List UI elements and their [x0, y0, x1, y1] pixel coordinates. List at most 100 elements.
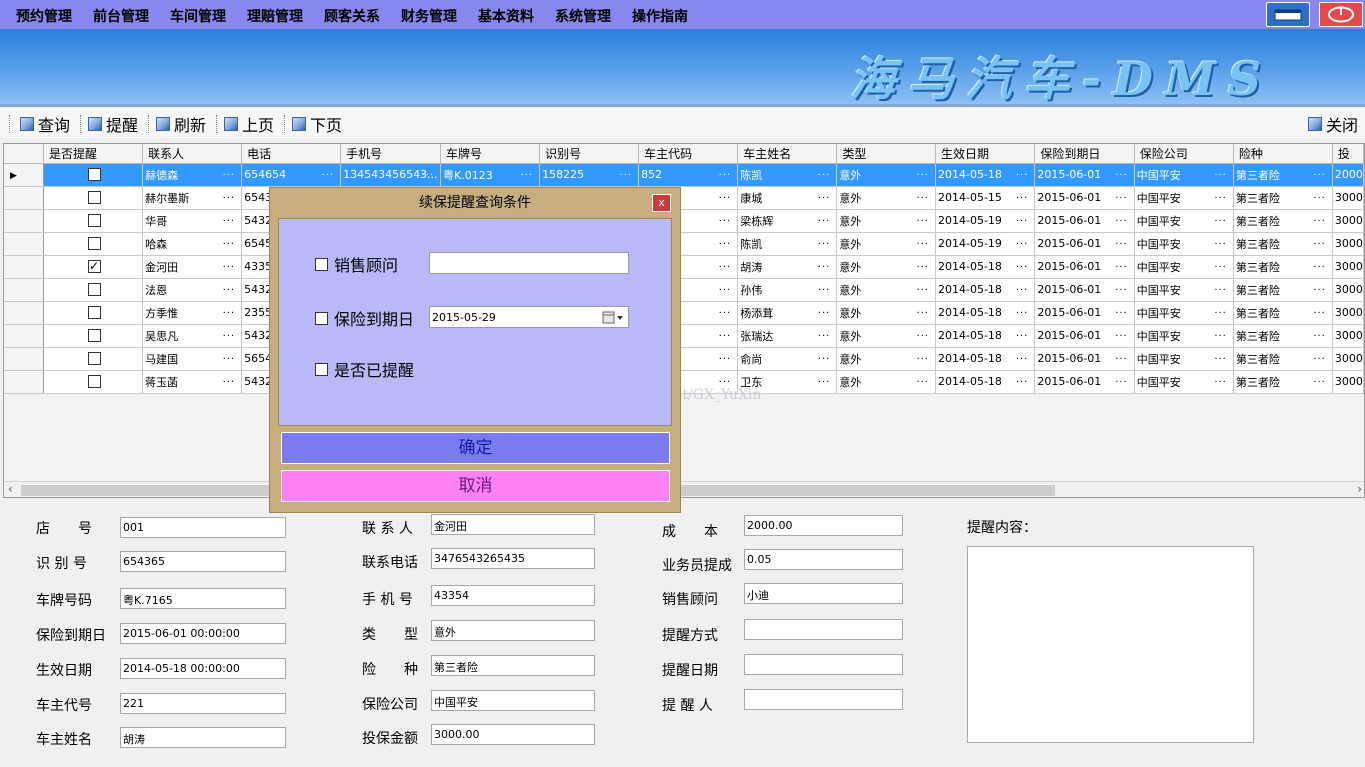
column-header[interactable]: 投 [1332, 144, 1364, 164]
cell-ellipsis-icon[interactable]: ... [223, 213, 236, 224]
grid-cell-amount[interactable]: 3000 [1332, 301, 1364, 325]
row-reminded-checkbox[interactable] [87, 329, 101, 343]
grid-cell-amount[interactable]: 3000 [1332, 278, 1364, 302]
cell-ellipsis-icon[interactable]: ... [1214, 351, 1227, 362]
grid-cell-contact[interactable]: 方季惟... [142, 301, 243, 325]
grid-cell-expire[interactable]: 2015-06-01... [1034, 347, 1135, 371]
grid-cell-amount[interactable]: 3000 [1332, 232, 1364, 256]
grid-cell-insurer[interactable]: 中国平安... [1134, 324, 1234, 348]
grid-cell-contact[interactable]: 赫尔墨斯... [142, 186, 243, 210]
grid-cell-start[interactable]: 2014-05-18... [935, 324, 1036, 348]
grid-cell-amount[interactable]: 2000 [1332, 163, 1364, 187]
grid-cell-start[interactable]: 2014-05-18... [935, 347, 1036, 371]
grid-cell-type[interactable]: 意外... [836, 186, 936, 210]
grid-cell-coverage[interactable]: 第三者险... [1233, 163, 1333, 187]
cell-ellipsis-icon[interactable]: ... [1016, 213, 1029, 224]
plate-field[interactable]: 粤K.7165 [120, 588, 286, 609]
cell-ellipsis-icon[interactable]: ... [916, 190, 929, 201]
cell-ellipsis-icon[interactable]: ... [818, 282, 831, 293]
row-reminded-checkbox[interactable] [87, 191, 101, 205]
cell-ellipsis-icon[interactable]: ... [1016, 236, 1029, 247]
grid-cell-expire[interactable]: 2015-06-01... [1034, 278, 1135, 302]
column-header[interactable]: 是否提醒 [43, 144, 144, 164]
cell-ellipsis-icon[interactable]: ... [916, 213, 929, 224]
grid-cell-owner[interactable]: 陈凯... [737, 163, 838, 187]
type-field[interactable]: 意外 [431, 620, 595, 641]
menu-item-front-desk[interactable]: 前台管理 [93, 6, 149, 26]
reminded-cell[interactable] [43, 324, 144, 348]
table-row[interactable]: 哈森...6545...............陈凯...意外...2014-0… [4, 232, 1364, 256]
reminded-cell[interactable] [43, 163, 144, 187]
reminded-cell[interactable] [43, 301, 144, 325]
cell-ellipsis-icon[interactable]: ... [818, 351, 831, 362]
cell-ellipsis-icon[interactable]: ... [916, 305, 929, 316]
cell-ellipsis-icon[interactable]: ... [223, 259, 236, 270]
column-header[interactable]: 生效日期 [935, 144, 1036, 164]
cell-ellipsis-icon[interactable]: ... [1214, 374, 1227, 385]
grid-cell-coverage[interactable]: 第三者险... [1233, 232, 1333, 256]
grid-cell-start[interactable]: 2014-05-18... [935, 278, 1036, 302]
grid-cell-coverage[interactable]: 第三者险... [1233, 186, 1333, 210]
owner-name-field[interactable]: 胡涛 [120, 727, 286, 748]
grid-cell-amount[interactable]: 3000 [1332, 209, 1364, 233]
cell-ellipsis-icon[interactable]: ... [818, 236, 831, 247]
grid-cell-owner-code[interactable]: 852... [638, 163, 739, 187]
phone-field[interactable]: 3476543265435 [431, 548, 595, 569]
grid-cell-contact[interactable]: 华哥... [142, 209, 243, 233]
row-header[interactable] [4, 324, 44, 348]
grid-cell-owner[interactable]: 梁栋辉... [737, 209, 838, 233]
query-button[interactable]: 查询 [20, 112, 70, 136]
cell-ellipsis-icon[interactable]: ... [223, 236, 236, 247]
cell-ellipsis-icon[interactable]: ... [719, 213, 732, 224]
table-row[interactable]: 赫尔墨斯...6543...............康城...意外...2014… [4, 186, 1364, 210]
cell-ellipsis-icon[interactable]: ... [818, 305, 831, 316]
owner-code-field[interactable]: 221 [120, 693, 286, 714]
reminded-cell[interactable] [43, 347, 144, 371]
column-header[interactable]: 保险公司 [1134, 144, 1234, 164]
grid-cell-start[interactable]: 2014-05-18... [935, 163, 1036, 187]
table-row[interactable]: 方季惟...2355...............杨添茸...意外...2014… [4, 301, 1364, 325]
grid-cell-insurer[interactable]: 中国平安... [1134, 163, 1234, 187]
minimize-button[interactable] [1266, 2, 1310, 27]
row-header[interactable]: ▶ [4, 163, 44, 187]
grid-cell-vin[interactable]: 158225... [539, 163, 640, 187]
grid-cell-expire[interactable]: 2015-06-01... [1034, 163, 1135, 187]
reminded-cell[interactable]: ✓ [43, 255, 144, 279]
grid-cell-owner[interactable]: 杨添茸... [737, 301, 838, 325]
remind-button[interactable]: 提醒 [88, 112, 138, 136]
grid-cell-owner[interactable]: 胡涛... [737, 255, 838, 279]
cell-ellipsis-icon[interactable]: ... [719, 167, 732, 178]
commission-field[interactable]: 0.05 [744, 549, 903, 570]
reminded-cell[interactable] [43, 278, 144, 302]
grid-cell-type[interactable]: 意外... [836, 347, 936, 371]
calendar-icon[interactable] [602, 311, 624, 324]
cell-ellipsis-icon[interactable]: ... [1115, 282, 1128, 293]
horizontal-scrollbar[interactable]: ‹ › [4, 481, 1364, 497]
grid-cell-start[interactable]: 2014-05-19... [935, 209, 1036, 233]
reminded-cell[interactable] [43, 370, 144, 394]
cancel-button[interactable]: 取消 [281, 470, 670, 502]
column-header[interactable]: 车主姓名 [737, 144, 838, 164]
grid-cell-owner[interactable]: 俞尚... [737, 347, 838, 371]
grid-cell-type[interactable]: 意外... [836, 163, 936, 187]
column-header[interactable]: 识别号 [539, 144, 640, 164]
ok-button[interactable]: 确定 [281, 432, 670, 464]
cell-ellipsis-icon[interactable]: ... [1115, 236, 1128, 247]
prev-page-button[interactable]: 上页 [224, 112, 274, 136]
dialog-close-button[interactable]: x [652, 194, 671, 212]
cell-ellipsis-icon[interactable]: ... [916, 259, 929, 270]
row-reminded-checkbox[interactable] [87, 237, 101, 251]
grid-cell-insurer[interactable]: 中国平安... [1134, 301, 1234, 325]
column-header[interactable]: 联系人 [142, 144, 243, 164]
cell-ellipsis-icon[interactable]: ... [916, 374, 929, 385]
cell-ellipsis-icon[interactable]: ... [1214, 328, 1227, 339]
cell-ellipsis-icon[interactable]: ... [1214, 305, 1227, 316]
menu-item-customer-relations[interactable]: 顾客关系 [324, 6, 380, 26]
grid-cell-coverage[interactable]: 第三者险... [1233, 209, 1333, 233]
row-header[interactable] [4, 347, 44, 371]
cell-ellipsis-icon[interactable]: ... [1214, 167, 1227, 178]
cell-ellipsis-icon[interactable]: ... [1115, 167, 1128, 178]
consultant-input[interactable] [429, 252, 629, 274]
amount-field[interactable]: 3000.00 [431, 724, 595, 745]
row-reminded-checkbox[interactable] [87, 168, 101, 182]
